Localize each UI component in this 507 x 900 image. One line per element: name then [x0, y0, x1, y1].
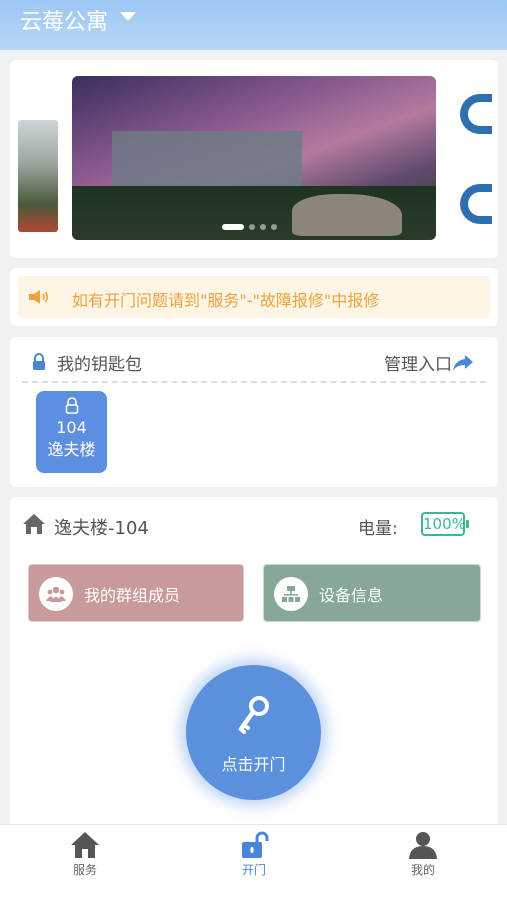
key-wallet-title: 我的钥匙包: [57, 355, 142, 375]
home-icon: [71, 832, 99, 858]
share-arrow-icon[interactable]: [452, 354, 474, 372]
battery-label: 电量:: [358, 519, 398, 539]
device-info-button[interactable]: 设备信息: [263, 564, 481, 622]
device-info-label: 设备信息: [319, 586, 384, 605]
nav-label-mine: 我的: [410, 863, 435, 877]
nav-item-mine[interactable]: 我的: [383, 831, 463, 878]
bottom-nav: 服务 开门 我的: [0, 824, 507, 900]
notice-bar: 如有开门问题请到"服务"-"故障报修"中报修: [18, 276, 490, 318]
group-members-label: 我的群组成员: [84, 586, 181, 605]
user-icon: [409, 832, 437, 859]
lock-icon: [65, 397, 78, 414]
banner-slide-image[interactable]: [72, 76, 436, 240]
group-icon: [46, 586, 66, 602]
nav-label-open: 开门: [241, 863, 266, 877]
notice-text: 如有开门问题请到"服务"-"故障报修"中报修: [72, 291, 380, 310]
notice-card: 如有开门问题请到"服务"-"故障报修"中报修: [10, 268, 498, 326]
apartment-title[interactable]: 云莓公寓: [20, 4, 108, 36]
device-tree-icon: [282, 586, 300, 602]
carousel-indicator: [222, 224, 277, 230]
lock-icon: [33, 353, 45, 370]
room-card: 逸夫楼-104 电量: 100% 我的群组成员 设备信息 点击开门: [10, 497, 498, 827]
battery-indicator: 100%: [421, 512, 469, 536]
banner-slide-prev[interactable]: [18, 120, 58, 232]
banner-slide-next[interactable]: [456, 84, 492, 234]
home-icon: [23, 514, 45, 534]
open-door-button[interactable]: 点击开门: [186, 665, 321, 800]
key-icon: [238, 696, 269, 734]
key-building: 逸夫楼: [47, 440, 96, 459]
key-wallet-header: 我的钥匙包 管理入口: [10, 337, 498, 383]
key-wallet-card: 我的钥匙包 管理入口 104 逸夫楼: [10, 337, 498, 487]
group-members-button[interactable]: 我的群组成员: [28, 564, 244, 622]
banner-carousel[interactable]: [10, 60, 498, 258]
divider: [22, 381, 486, 383]
top-bar: 云莓公寓: [0, 0, 507, 50]
open-door-label: 点击开门: [221, 755, 286, 774]
chevron-down-icon[interactable]: [120, 12, 136, 21]
nav-item-open[interactable]: 开门: [214, 831, 294, 878]
unlock-icon: [242, 831, 269, 858]
nav-item-service[interactable]: 服务: [45, 831, 125, 878]
nav-label-service: 服务: [72, 863, 97, 877]
speaker-icon: [29, 290, 49, 304]
manage-entry-link[interactable]: 管理入口: [384, 350, 452, 375]
key-room-number: 104: [56, 418, 87, 437]
key-item[interactable]: 104 逸夫楼: [36, 391, 107, 473]
room-name: 逸夫楼-104: [54, 518, 149, 539]
